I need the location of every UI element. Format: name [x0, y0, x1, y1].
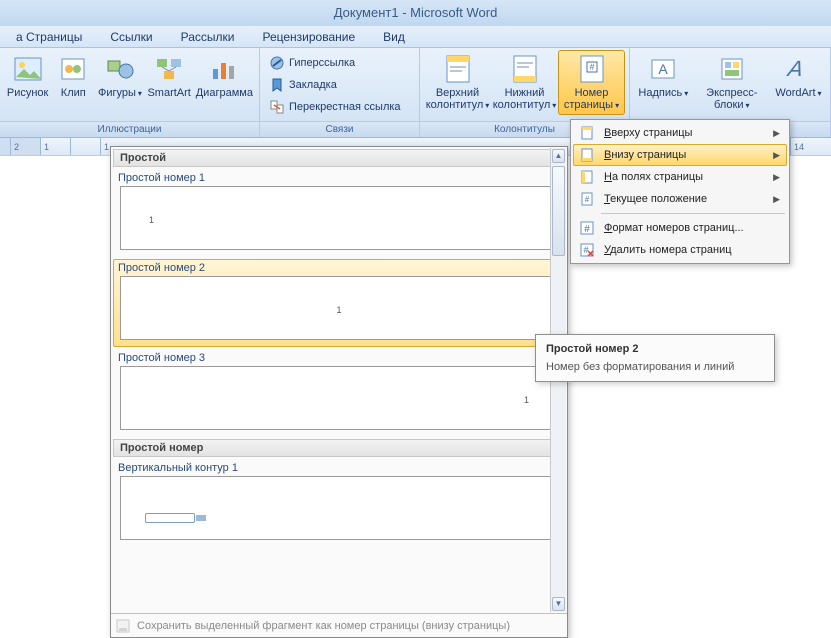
page-top-icon — [578, 124, 596, 142]
gallery-item-simple-3[interactable]: Простой номер 3 1 — [113, 349, 565, 437]
gallery-item-simple-1[interactable]: Простой номер 1 1 — [113, 169, 565, 257]
page-number-submenu: Вверху страницы▶ Внизу страницы▶ На поля… — [570, 119, 790, 264]
bookmark-button[interactable]: Закладка — [264, 74, 406, 96]
picture-icon — [12, 53, 44, 85]
tooltip-title: Простой номер 2 — [546, 343, 764, 355]
group-label-links: Связи — [260, 121, 419, 137]
scroll-down-icon[interactable]: ▼ — [552, 597, 565, 611]
wordart-button[interactable]: A WordArt — [771, 50, 826, 103]
menu-separator — [601, 213, 785, 214]
gallery-category-simple-number: Простой номер — [113, 439, 565, 457]
wordart-icon: A — [782, 53, 814, 85]
hash-format-icon: # — [578, 219, 596, 237]
quickparts-icon — [716, 53, 748, 85]
crossref-button[interactable]: Перекрестная ссылка — [264, 96, 406, 118]
menu-current-position[interactable]: # Текущее положение▶ — [573, 188, 787, 210]
menu-top-of-page[interactable]: Вверху страницы▶ — [573, 122, 787, 144]
page-margin-icon — [578, 168, 596, 186]
page-number-icon: # — [576, 53, 608, 85]
scroll-thumb[interactable] — [552, 166, 565, 256]
header-button[interactable]: Верхний колонтитул — [424, 50, 491, 115]
menu-bottom-of-page[interactable]: Внизу страницы▶ — [573, 144, 787, 166]
svg-text:#: # — [585, 195, 590, 204]
scroll-up-icon[interactable]: ▲ — [552, 149, 565, 163]
chart-icon — [208, 53, 240, 85]
clip-icon — [57, 53, 89, 85]
menu-remove-page-numbers[interactable]: # Удалить номера страниц — [573, 239, 787, 261]
svg-text:A: A — [785, 56, 806, 81]
menu-format-page-numbers[interactable]: # Формат номеров страниц... — [573, 217, 787, 239]
hyperlink-icon — [269, 55, 285, 71]
tooltip-body: Номер без форматирования и линий — [546, 361, 764, 373]
bookmark-icon — [269, 77, 285, 93]
gallery-item-simple-2[interactable]: Простой номер 2 1 — [113, 259, 565, 347]
tab-review[interactable]: Рецензирование — [248, 30, 369, 44]
crossref-icon — [269, 99, 285, 115]
page-bottom-icon — [578, 146, 596, 164]
gallery-category-simple: Простой — [113, 149, 565, 167]
gallery-save-selection: Сохранить выделенный фрагмент как номер … — [111, 613, 567, 637]
tab-references[interactable]: Ссылки — [96, 30, 166, 44]
page-current-icon: # — [578, 190, 596, 208]
tab-mailings[interactable]: Рассылки — [167, 30, 249, 44]
gallery-item-vertical-contour-1[interactable]: Вертикальный контур 1 — [113, 459, 565, 547]
footer-button[interactable]: Нижний колонтитул — [491, 50, 558, 115]
header-icon — [442, 53, 474, 85]
hash-delete-icon: # — [578, 241, 596, 259]
tab-page-partial[interactable]: а Страницы — [2, 30, 96, 44]
quickparts-button[interactable]: Экспресс-блоки — [693, 50, 771, 115]
footer-icon — [509, 53, 541, 85]
svg-text:#: # — [584, 224, 590, 235]
chart-button[interactable]: Диаграмма — [194, 50, 255, 102]
page-number-button[interactable]: # Номер страницы — [558, 50, 625, 115]
smartart-button[interactable]: SmartArt — [145, 50, 194, 102]
textbox-icon: A — [647, 53, 679, 85]
tab-view[interactable]: Вид — [369, 30, 419, 44]
page-number-gallery: Простой Простой номер 1 1 Простой номер … — [110, 146, 568, 638]
hyperlink-button[interactable]: Гиперссылка — [264, 52, 406, 74]
svg-text:#: # — [583, 245, 588, 255]
svg-text:A: A — [659, 61, 669, 77]
shapes-button[interactable]: Фигуры — [95, 50, 144, 103]
svg-text:#: # — [589, 62, 594, 72]
menu-page-margins[interactable]: На полях страницы▶ — [573, 166, 787, 188]
title-bar: Документ1 - Microsoft Word — [0, 0, 831, 26]
clip-button[interactable]: Клип — [51, 50, 95, 102]
textbox-button[interactable]: A Надпись — [634, 50, 693, 103]
group-label-illustrations: Иллюстрации — [0, 121, 259, 137]
ribbon-tabs: а Страницы Ссылки Рассылки Рецензировани… — [0, 26, 831, 48]
smartart-icon — [153, 53, 185, 85]
shapes-icon — [104, 53, 136, 85]
gallery-tooltip: Простой номер 2 Номер без форматирования… — [535, 334, 775, 382]
picture-button[interactable]: Рисунок — [4, 50, 51, 102]
save-selection-icon — [115, 618, 131, 634]
